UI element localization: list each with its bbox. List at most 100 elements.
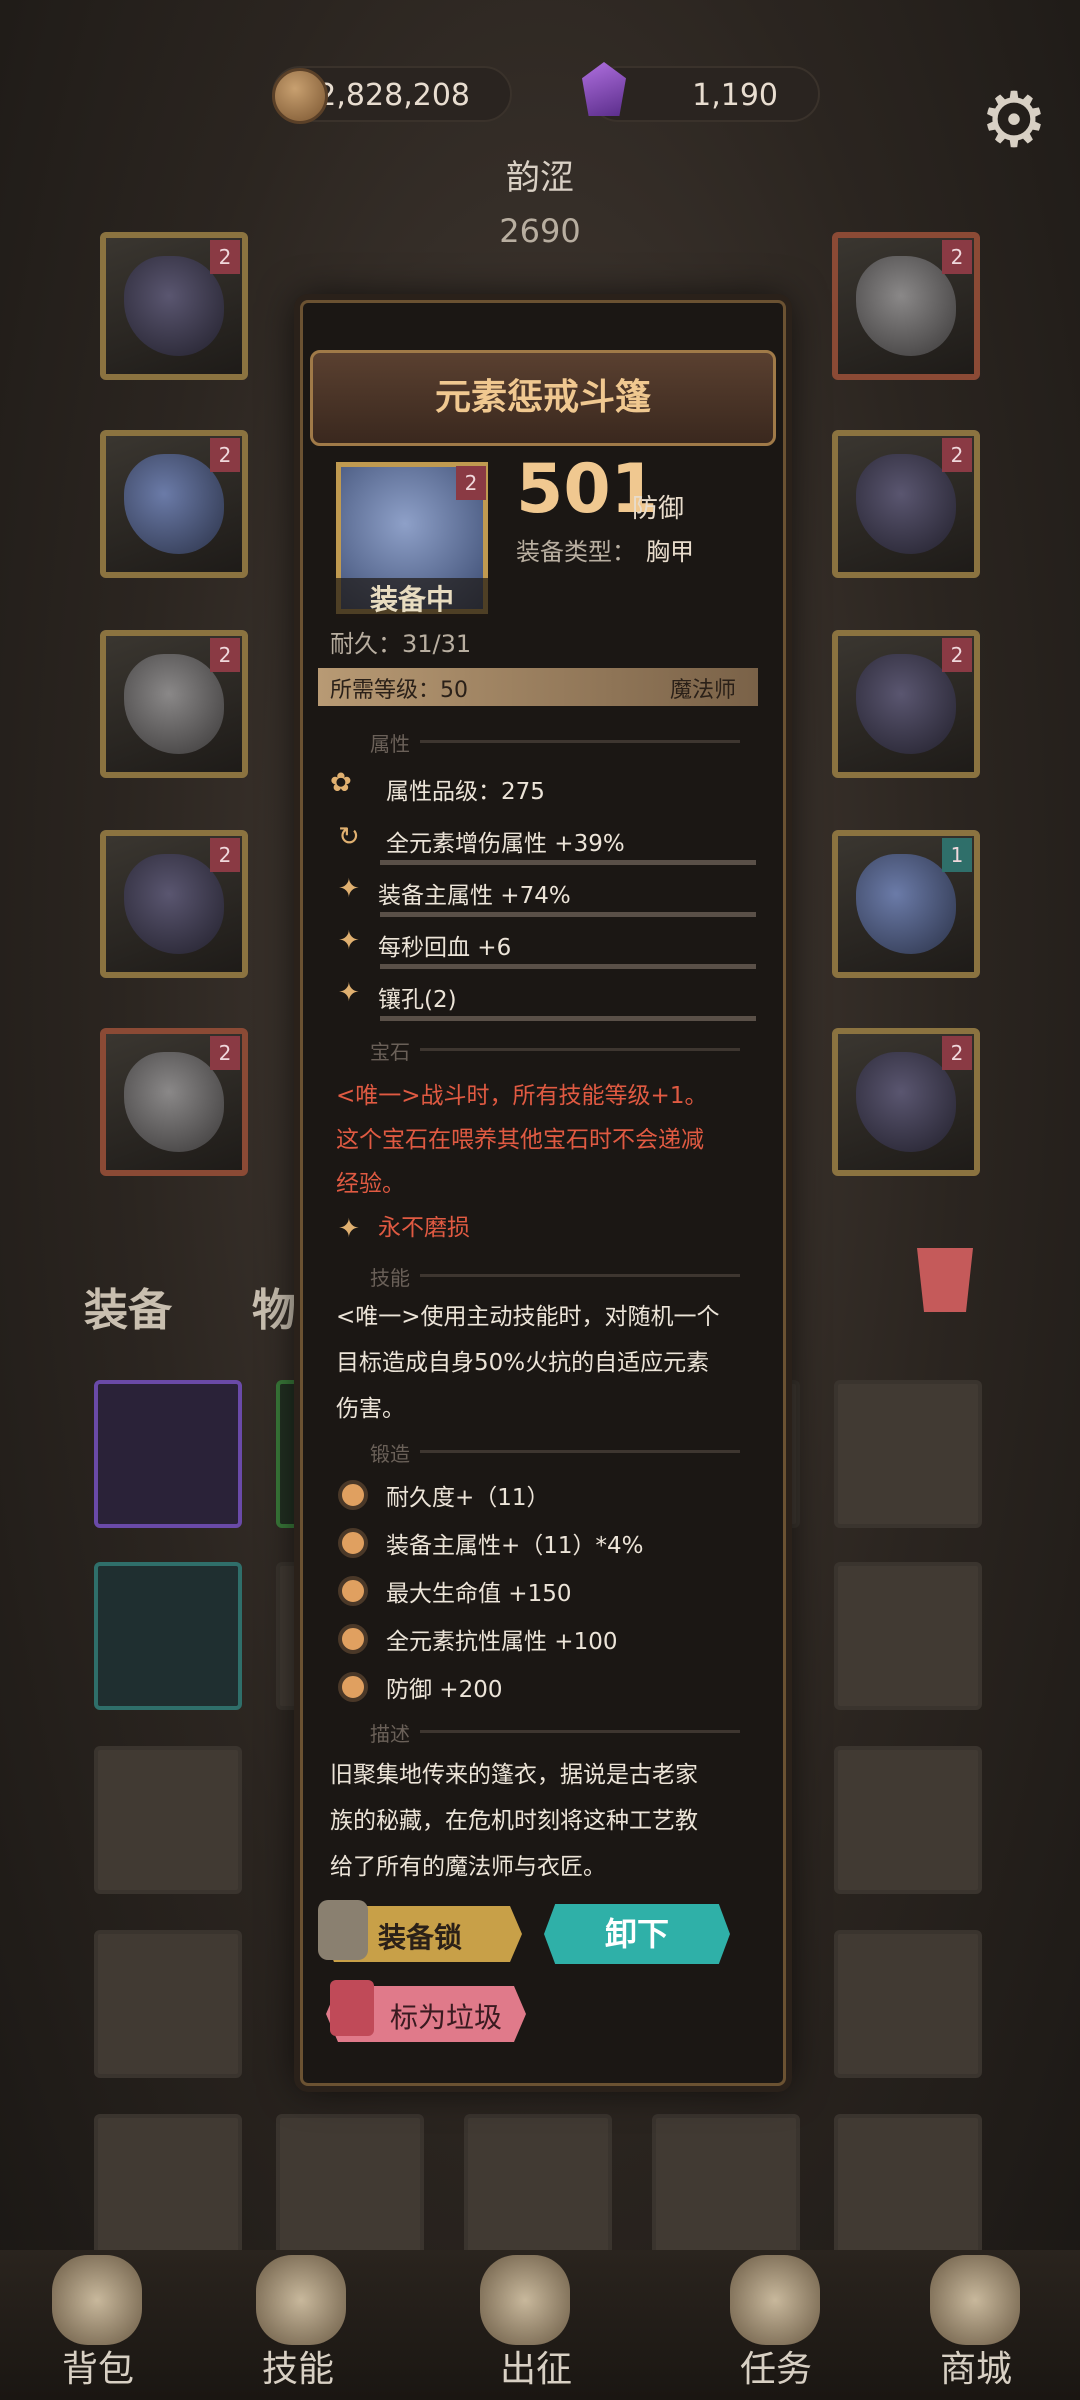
equip-slot-weapon[interactable]: 1 bbox=[832, 830, 980, 978]
item-art bbox=[124, 854, 224, 954]
attribute-bar bbox=[380, 912, 756, 917]
quality-icon: ✿ bbox=[330, 768, 352, 798]
inventory-slot[interactable] bbox=[834, 1562, 982, 1710]
inventory-slot[interactable] bbox=[834, 1930, 982, 2078]
equip-slot-amulet[interactable]: 2 bbox=[832, 232, 980, 380]
divider bbox=[420, 1450, 740, 1453]
nav-shop[interactable]: 商城 bbox=[940, 2340, 1012, 2392]
no-wear-text: 永不磨损 bbox=[378, 1215, 470, 1241]
star-icon: ✦ bbox=[338, 874, 360, 904]
forge-dot-icon bbox=[338, 1672, 368, 1702]
nav-skills[interactable]: 技能 bbox=[262, 2340, 334, 2392]
item-art bbox=[124, 256, 224, 356]
description-line: 族的秘藏，在危机时刻将这种工艺教 bbox=[330, 1808, 698, 1834]
skill-book-icon[interactable] bbox=[256, 2255, 346, 2345]
coin-icon bbox=[272, 68, 328, 124]
description-line: 给了所有的魔法师与衣匠。 bbox=[330, 1854, 606, 1880]
slot-level-badge: 2 bbox=[210, 1036, 240, 1070]
divider bbox=[420, 1274, 740, 1277]
slot-level-badge: 2 bbox=[942, 438, 972, 472]
gear-icon[interactable]: ⚙ bbox=[974, 80, 1054, 160]
section-description: 描述 bbox=[370, 1722, 410, 1746]
skill-text-line: <唯一>使用主动技能时，对随机一个 bbox=[336, 1304, 720, 1330]
equipment-lock-label[interactable]: 装备锁 bbox=[378, 1916, 462, 1956]
item-art bbox=[856, 654, 956, 754]
forge-dot-icon bbox=[338, 1480, 368, 1510]
attribute-bar bbox=[380, 964, 756, 969]
slot-level-badge: 2 bbox=[942, 1036, 972, 1070]
sword-icon[interactable] bbox=[480, 2255, 570, 2345]
mark-trash-label[interactable]: 标为垃圾 bbox=[390, 1996, 502, 2036]
inventory-slot[interactable] bbox=[834, 1746, 982, 1894]
forge-row: 防御 +200 bbox=[386, 1677, 503, 1703]
equip-slot-legs[interactable]: 2 bbox=[100, 830, 248, 978]
nav-expedition[interactable]: 出征 bbox=[500, 2340, 572, 2392]
inventory-slot[interactable] bbox=[94, 1746, 242, 1894]
inventory-slot[interactable] bbox=[652, 2114, 800, 2262]
slot-level-badge: 2 bbox=[210, 438, 240, 472]
equip-slot-bracer[interactable]: 2 bbox=[832, 630, 980, 778]
inventory-slot[interactable] bbox=[834, 1380, 982, 1528]
slot-level-badge: 2 bbox=[942, 638, 972, 672]
section-forge: 锻造 bbox=[370, 1442, 410, 1466]
inventory-slot[interactable] bbox=[94, 2114, 242, 2262]
inventory-slot[interactable] bbox=[276, 2114, 424, 2262]
slot-level-badge: 2 bbox=[210, 240, 240, 274]
shop-icon[interactable] bbox=[930, 2255, 1020, 2345]
attribute-row: 每秒回血 +6 bbox=[378, 935, 512, 961]
gem-text-line: 经验。 bbox=[336, 1171, 405, 1197]
inventory-slot[interactable] bbox=[94, 1562, 242, 1710]
skill-text-line: 目标造成自身50%火抗的自适应元素 bbox=[336, 1350, 710, 1376]
slot-level-badge: 2 bbox=[942, 240, 972, 274]
backpack-icon[interactable] bbox=[52, 2255, 142, 2345]
main-stat-name: 防御 bbox=[632, 494, 685, 524]
equip-slot-hands[interactable]: 2 bbox=[100, 630, 248, 778]
equipped-label: 装备中 bbox=[336, 578, 488, 618]
item-art bbox=[856, 454, 956, 554]
slot-level-badge: 2 bbox=[210, 638, 240, 672]
inventory-slot[interactable] bbox=[464, 2114, 612, 2262]
scroll-icon[interactable] bbox=[730, 2255, 820, 2345]
lock-icon bbox=[318, 1900, 368, 1960]
section-skill: 技能 bbox=[370, 1266, 410, 1290]
section-gem: 宝石 bbox=[370, 1040, 410, 1064]
slot-level-badge: 2 bbox=[210, 838, 240, 872]
equip-slot-chest[interactable]: 2 bbox=[100, 430, 248, 578]
skill-text-line: 伤害。 bbox=[336, 1396, 405, 1422]
attribute-bar bbox=[380, 860, 756, 865]
tab-items[interactable]: 物 bbox=[252, 1274, 296, 1338]
star-icon: ✦ bbox=[338, 926, 360, 956]
unequip-button[interactable]: 卸下 bbox=[544, 1904, 730, 1964]
inventory-slot[interactable] bbox=[94, 1930, 242, 2078]
durability: 耐久：31/31 bbox=[330, 630, 472, 658]
equip-slot-offhand[interactable]: 2 bbox=[832, 1028, 980, 1176]
player-power: 2690 bbox=[499, 212, 581, 250]
forge-row: 全元素抗性属性 +100 bbox=[386, 1629, 618, 1655]
attribute-bar bbox=[380, 1016, 756, 1021]
nav-quests[interactable]: 任务 bbox=[740, 2340, 812, 2392]
equip-slot-head[interactable]: 2 bbox=[100, 232, 248, 380]
gem-amount: 1,190 bbox=[692, 78, 778, 113]
inventory-slot[interactable] bbox=[834, 2114, 982, 2262]
attribute-quality: 属性品级：275 bbox=[386, 779, 545, 805]
gem-text-line: 这个宝石在喂养其他宝石时不会递减 bbox=[336, 1127, 704, 1153]
gem-text-line: <唯一>战斗时，所有技能等级+1。 bbox=[336, 1083, 708, 1109]
player-name: 韵涩 bbox=[506, 158, 574, 198]
cycle-icon: ↻ bbox=[338, 822, 360, 852]
description-line: 旧聚集地传来的篷衣，据说是古老家 bbox=[330, 1762, 698, 1788]
item-art bbox=[856, 854, 956, 954]
forge-row: 最大生命值 +150 bbox=[386, 1581, 572, 1607]
nav-backpack[interactable]: 背包 bbox=[62, 2340, 134, 2392]
inventory-slot[interactable] bbox=[94, 1380, 242, 1528]
star-icon: ✦ bbox=[338, 1214, 360, 1244]
forge-dot-icon bbox=[338, 1528, 368, 1558]
type-value: 胸甲 bbox=[646, 538, 694, 566]
forge-row: 装备主属性+（11）*4% bbox=[386, 1533, 644, 1559]
trash-can-icon bbox=[330, 1980, 374, 2036]
slot-level-badge: 1 bbox=[942, 838, 972, 872]
equip-slot-shoulder[interactable]: 2 bbox=[832, 430, 980, 578]
equip-slot-boots[interactable]: 2 bbox=[100, 1028, 248, 1176]
forge-row: 耐久度+（11） bbox=[386, 1485, 550, 1511]
tab-equipment[interactable]: 装备 bbox=[84, 1274, 172, 1338]
item-art bbox=[856, 256, 956, 356]
